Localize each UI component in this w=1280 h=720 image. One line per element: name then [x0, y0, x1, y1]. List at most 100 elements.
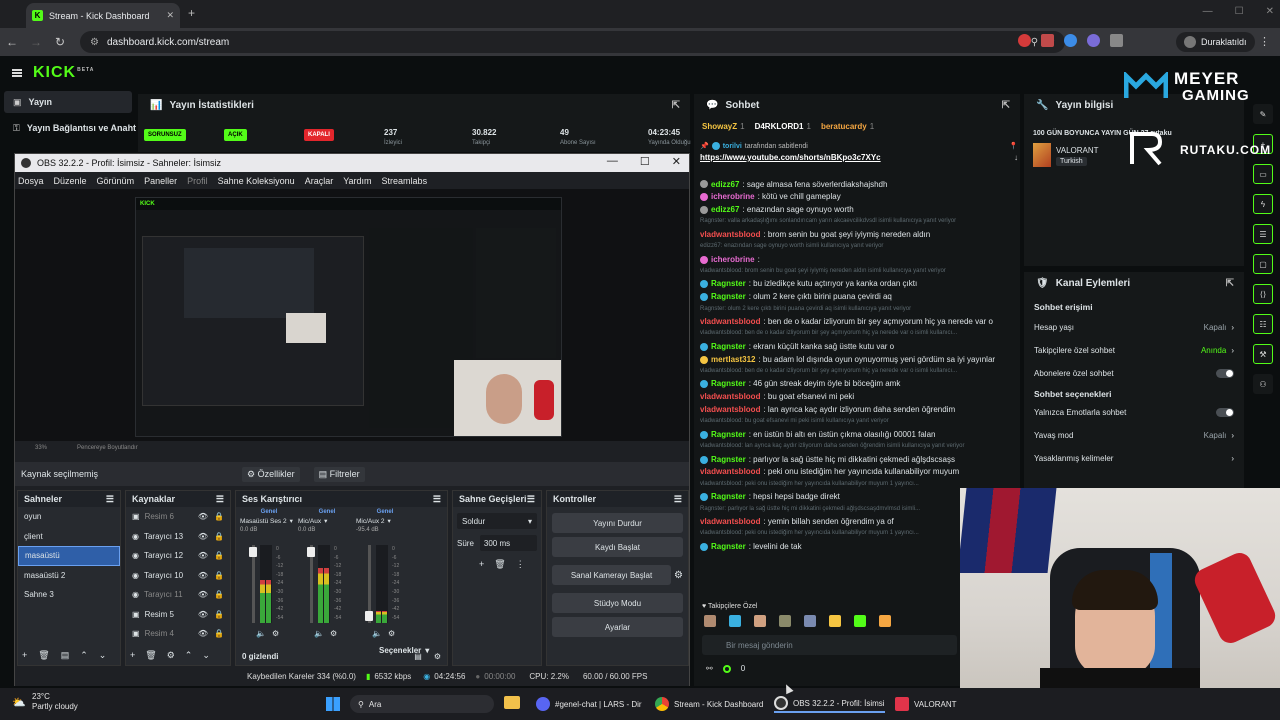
- options-dropdown[interactable]: Seçenekler ▾: [379, 646, 429, 655]
- virtual-camera-settings-icon[interactable]: ⚙: [674, 570, 683, 581]
- obs-maximize-icon[interactable]: ☐: [640, 155, 650, 168]
- rail-tools-icon[interactable]: ⚒: [1253, 344, 1273, 364]
- mute-speaker-icon[interactable]: 🔈: [256, 629, 266, 638]
- menu-icon[interactable]: [12, 69, 22, 77]
- chat-username[interactable]: icherobrine: [711, 191, 755, 203]
- emote-icon[interactable]: [804, 615, 816, 627]
- start-virtual-camera-button[interactable]: Sanal Kamerayı Başlat: [552, 565, 672, 585]
- fader-handle[interactable]: [365, 611, 373, 621]
- obs-menu-item[interactable]: Görünüm: [97, 176, 135, 186]
- visibility-eye-icon[interactable]: 👁: [198, 532, 208, 541]
- new-tab-icon[interactable]: +: [188, 6, 195, 20]
- close-window-icon[interactable]: ✕: [1266, 6, 1274, 17]
- source-item[interactable]: ◉ Tarayıcı 13 👁 🔒: [126, 527, 230, 547]
- remove-transition-icon[interactable]: 🗑: [494, 559, 505, 570]
- lock-icon[interactable]: 🔒: [214, 610, 224, 619]
- duration-input[interactable]: 300 ms: [479, 535, 537, 551]
- chat-username[interactable]: Ragnster: [711, 491, 746, 503]
- toggle-switch[interactable]: [1216, 369, 1234, 378]
- scene-item[interactable]: masaüstü 2: [18, 566, 120, 586]
- extension-red-icon[interactable]: [1018, 34, 1031, 47]
- sidebar-item-live[interactable]: ▣ Yayın: [4, 91, 132, 113]
- site-info-icon[interactable]: ⚙: [90, 37, 99, 48]
- source-up-icon[interactable]: ⌃: [185, 650, 193, 661]
- visibility-eye-icon[interactable]: 👁: [198, 512, 208, 521]
- lock-icon[interactable]: 🔒: [214, 629, 224, 638]
- extension-notification-icon[interactable]: [1041, 34, 1054, 47]
- obs-menu-item[interactable]: Yardım: [343, 176, 371, 186]
- minimize-icon[interactable]: —: [1203, 6, 1213, 17]
- scene-item[interactable]: çlient: [18, 527, 120, 547]
- taskbar-item-discord[interactable]: #genel-chat | LARS - Dir: [536, 695, 642, 713]
- transition-select[interactable]: Soldur ▾: [457, 513, 537, 529]
- channel-action-row[interactable]: Hesap yaşı Kapalı ›: [1024, 316, 1244, 339]
- top-user[interactable]: D4RKLORD1 1: [755, 122, 811, 131]
- browser-menu-icon[interactable]: ⋮: [1259, 35, 1270, 48]
- toggle-switch[interactable]: [1216, 408, 1234, 417]
- lock-icon[interactable]: 🔒: [214, 590, 224, 599]
- source-item[interactable]: ◉ Tarayıcı 12 👁 🔒: [126, 546, 230, 566]
- channel-action-row[interactable]: Yavaş mod Kapalı ›: [1024, 424, 1244, 447]
- rail-list-icon[interactable]: ☰: [1253, 224, 1273, 244]
- start-recording-button[interactable]: Kaydı Başlat: [552, 537, 683, 557]
- obs-menu-item[interactable]: Dosya: [18, 176, 44, 186]
- emote-icon[interactable]: [754, 615, 766, 627]
- visibility-eye-icon[interactable]: 👁: [198, 551, 208, 560]
- rail-flash-icon[interactable]: ϟ: [1253, 194, 1273, 214]
- obs-preview[interactable]: KICK: [15, 189, 689, 441]
- scenes-dock-menu-icon[interactable]: ☰: [106, 494, 114, 505]
- obs-menu-item[interactable]: Düzenle: [54, 176, 87, 186]
- remove-scene-icon[interactable]: 🗑: [38, 650, 49, 661]
- mixer-settings-icon[interactable]: ⚙: [434, 652, 441, 661]
- emote-icon[interactable]: [779, 615, 791, 627]
- obs-menu-item[interactable]: Paneller: [144, 176, 177, 186]
- channel-settings-icon[interactable]: ⚙: [272, 629, 279, 638]
- stop-stream-button[interactable]: Yayını Durdur: [552, 513, 683, 533]
- scene-up-icon[interactable]: ⌃: [80, 650, 88, 661]
- chat-username[interactable]: edizz67: [711, 179, 739, 191]
- taskbar-search[interactable]: ⚲ Ara: [350, 695, 494, 713]
- kick-logo[interactable]: KICKBETA: [33, 64, 94, 82]
- channel-settings-icon[interactable]: ⚙: [330, 629, 337, 638]
- properties-button[interactable]: ⚙ Özellikler: [242, 466, 300, 482]
- source-item[interactable]: ▣ Resim 6 👁 🔒: [126, 507, 230, 527]
- chat-username[interactable]: Ragnster: [711, 378, 746, 390]
- channel-settings-icon[interactable]: ⚙: [388, 629, 395, 638]
- chat-username[interactable]: Ragnster: [711, 429, 746, 441]
- chat-username[interactable]: vladwantsblood: [700, 516, 760, 528]
- chat-username[interactable]: vladwantsblood: [700, 391, 760, 403]
- obs-menu-item[interactable]: Profil: [187, 176, 208, 186]
- visibility-eye-icon[interactable]: 👁: [198, 590, 208, 599]
- chat-popout-icon[interactable]: ⇱: [1002, 100, 1010, 111]
- scene-item[interactable]: Sahne 3: [18, 585, 120, 605]
- channel-action-row[interactable]: Yasaklanmış kelimeler ›: [1024, 447, 1244, 470]
- scene-item[interactable]: masaüstü: [18, 546, 120, 566]
- fader-handle[interactable]: [249, 547, 257, 557]
- chat-username[interactable]: Ragnster: [711, 291, 746, 303]
- extensions-puzzle-icon[interactable]: [1110, 34, 1123, 47]
- top-user[interactable]: beratucardy 1: [821, 122, 874, 131]
- unpin-icon[interactable]: 📍: [1009, 142, 1018, 150]
- settings-button[interactable]: Ayarlar: [552, 617, 683, 637]
- mixer-dock-menu-icon[interactable]: ☰: [433, 494, 441, 505]
- file-explorer-icon[interactable]: [504, 696, 520, 709]
- channel-action-row[interactable]: Yalnızca Emotlarla sohbet: [1024, 401, 1244, 424]
- address-bar[interactable]: ⚙ dashboard.kick.com/stream ⚲ ☆: [80, 31, 1065, 53]
- extension-purple-icon[interactable]: [1087, 34, 1100, 47]
- lock-icon[interactable]: 🔒: [214, 532, 224, 541]
- add-source-icon[interactable]: +: [130, 650, 135, 661]
- source-down-icon[interactable]: ⌄: [202, 650, 210, 661]
- chat-username[interactable]: Ragnster: [711, 278, 746, 290]
- sources-dock-menu-icon[interactable]: ☰: [216, 494, 224, 505]
- scene-down-icon[interactable]: ⌄: [99, 650, 107, 661]
- chat-username[interactable]: vladwantsblood: [700, 229, 760, 241]
- source-item[interactable]: ◉ Tarayıcı 10 👁 🔒: [126, 566, 230, 586]
- obs-close-icon[interactable]: ✕: [672, 155, 681, 168]
- obs-menu-item[interactable]: Araçlar: [305, 176, 334, 186]
- back-icon[interactable]: ←: [0, 35, 24, 49]
- rail-code-icon[interactable]: ⟨⟩: [1253, 284, 1273, 304]
- transitions-dock-menu-icon[interactable]: ☰: [527, 494, 535, 505]
- reload-icon[interactable]: ↻: [48, 35, 72, 49]
- source-item[interactable]: ◉ Tarayıcı 11 👁 🔒: [126, 585, 230, 605]
- lock-icon[interactable]: 🔒: [214, 551, 224, 560]
